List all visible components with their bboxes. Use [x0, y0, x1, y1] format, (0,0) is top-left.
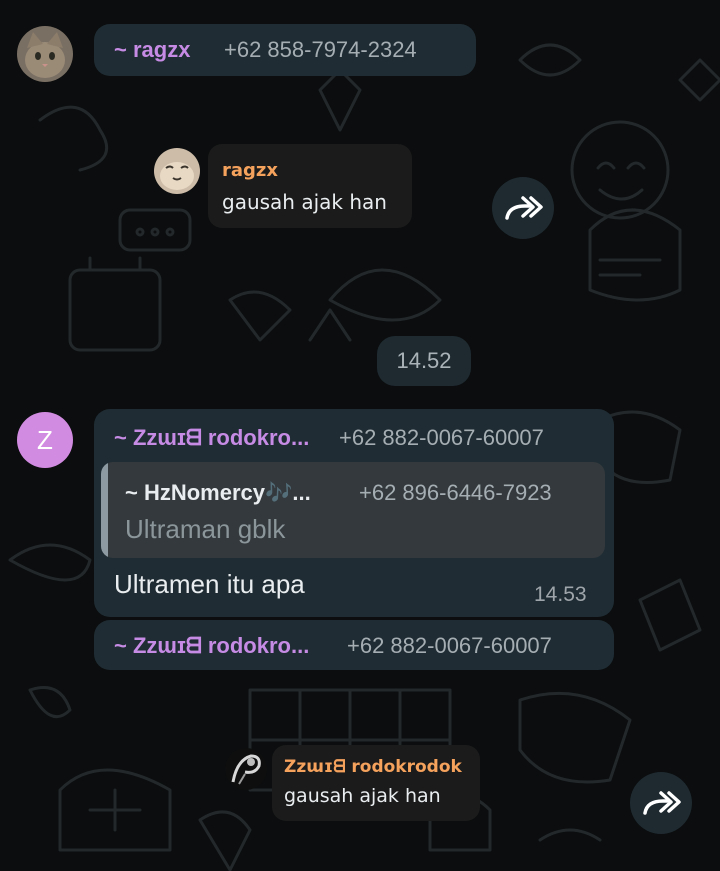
sender-name[interactable]: ~ ragzx	[114, 37, 190, 63]
sticker-reply-bubble[interactable]: ragzx gausah ajak han	[208, 144, 412, 228]
forward-icon	[505, 196, 543, 220]
quote-bar	[101, 462, 108, 558]
message-time: 14.53	[534, 583, 587, 606]
sender-phone: +62 882-0067-60007	[347, 633, 552, 658]
sender-name[interactable]: ~ Zzɯɪᗺ rodokro...	[114, 633, 309, 659]
cat-avatar-icon[interactable]	[154, 148, 200, 194]
sticker-reply-bubble[interactable]: Zzɯɪᗺ rodokrodok gausah ajak han	[272, 745, 480, 821]
forward-icon	[643, 791, 681, 815]
quoted-text: Ultraman gblk	[125, 514, 286, 544]
message-bubble[interactable]: ~ Zzɯɪᗺ rodokro... +62 882-0067-60007 ~ …	[94, 409, 614, 617]
quoted-sender-name: ~ HzNomercy🎶...	[125, 480, 311, 505]
cat-avatar-icon[interactable]	[17, 26, 73, 82]
anime-avatar-icon[interactable]	[225, 748, 267, 790]
quoted-sender-phone: +62 896-6446-7923	[359, 480, 552, 505]
sender-phone: +62 882-0067-60007	[339, 425, 544, 450]
sender-name[interactable]: ~ Zzɯɪᗺ rodokro...	[114, 425, 309, 451]
avatar[interactable]: Z	[17, 412, 73, 468]
forward-button[interactable]	[492, 177, 554, 239]
sender-phone: +62 858-7974-2324	[224, 37, 417, 62]
quoted-message[interactable]: ~ HzNomercy🎶... +62 896-6446-7923 Ultram…	[101, 462, 605, 558]
reply-text: gausah ajak han	[222, 190, 387, 214]
sender-header-bubble: ~ ragzx +62 858-7974-2324	[94, 24, 476, 76]
reply-sender-name: ragzx	[222, 160, 278, 181]
reply-sender-name: Zzɯɪᗺ rodokrodok	[284, 757, 462, 777]
reply-text: gausah ajak han	[284, 785, 441, 807]
message-text: Ultramen itu apa	[114, 569, 305, 599]
sender-header-bubble: ~ Zzɯɪᗺ rodokro... +62 882-0067-60007	[94, 620, 614, 670]
time-separator: 14.52	[377, 336, 471, 386]
forward-button[interactable]	[630, 772, 692, 834]
